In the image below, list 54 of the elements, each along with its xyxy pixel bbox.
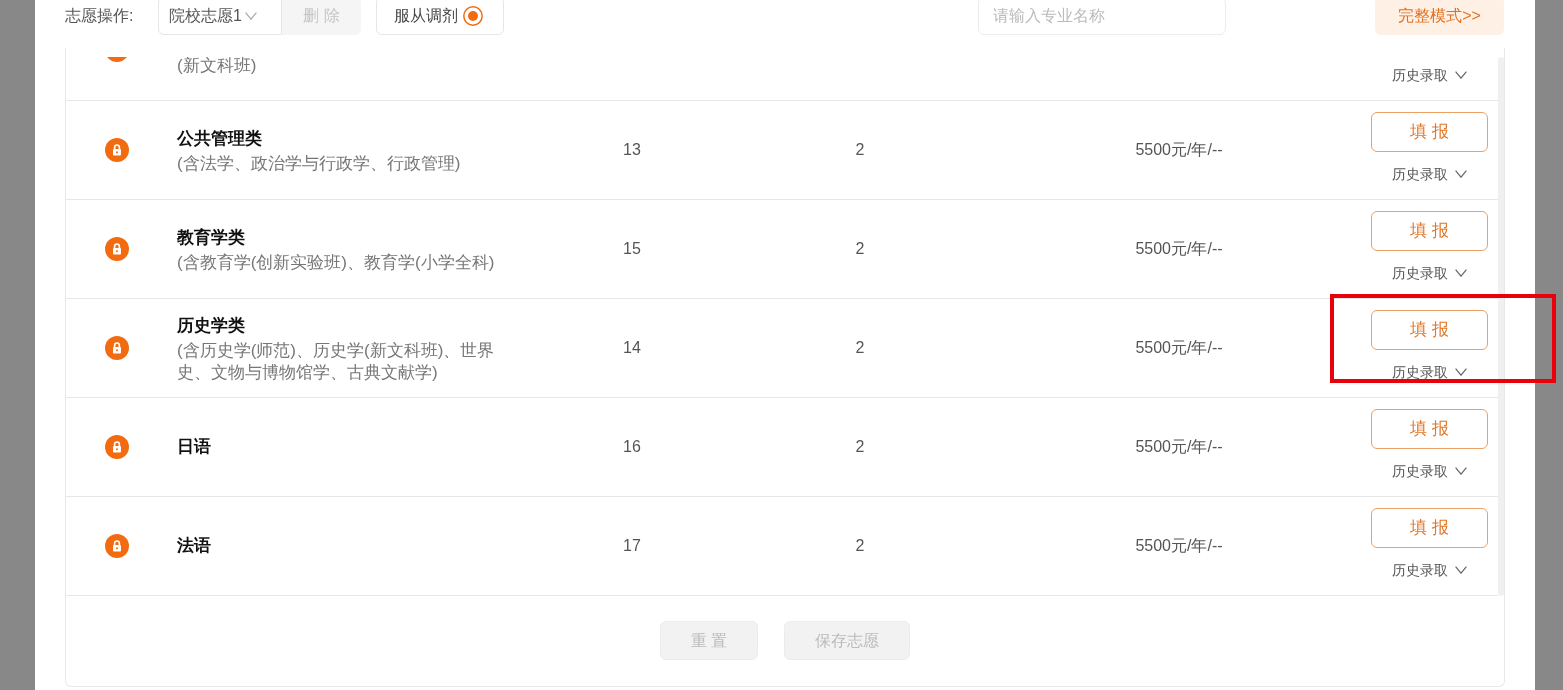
radio-icon[interactable] [463, 6, 483, 26]
lock-badge-icon [105, 534, 129, 558]
major-name: 历史学类 [177, 315, 246, 337]
chevron-down-icon [1455, 368, 1467, 376]
fee-text: 5500元/年/-- [1135, 239, 1223, 259]
history-toggle[interactable]: 历史录取 [1392, 263, 1467, 283]
table-cell-text: 2 [855, 140, 865, 160]
major-description: (含历史学(师范)、历史学(新文科班)、世界史、文物与博物馆学、古典文献学) [177, 340, 496, 384]
apply-button[interactable]: 填 报 [1371, 310, 1488, 350]
apply-button[interactable]: 填 报 [1371, 409, 1488, 449]
toolbar-label: 志愿操作: [65, 6, 134, 26]
history-toggle[interactable]: 历史录取 [1392, 164, 1467, 184]
adjust-option[interactable]: 服从调剂 [376, 0, 504, 35]
chevron-down-icon [244, 12, 257, 20]
table-cell-text: 13 [623, 140, 641, 160]
history-toggle[interactable]: 历史录取 [1392, 65, 1467, 85]
major-name: 教育学类 [177, 227, 246, 249]
table-cell-text: 2 [855, 338, 865, 358]
apply-button[interactable]: 填 报 [1371, 508, 1488, 548]
fee-text: 5500元/年/-- [1135, 536, 1223, 556]
lock-badge-icon [105, 336, 129, 360]
major-description: (含法学、政治学与行政学、行政管理) [177, 153, 462, 175]
major-name: 法语 [177, 535, 212, 557]
history-toggle[interactable]: 历史录取 [1392, 560, 1467, 580]
chevron-down-icon [1455, 71, 1467, 79]
table-cell-text: 14 [623, 338, 641, 358]
fee-text: 5500元/年/-- [1135, 140, 1223, 160]
apply-button[interactable]: 填 报 [1371, 211, 1488, 251]
major-description: (含教育学(创新实验班)、教育学(小学全科) [177, 252, 496, 274]
history-toggle[interactable]: 历史录取 [1392, 362, 1467, 382]
lock-badge-icon [105, 435, 129, 459]
fee-text: 5500元/年/-- [1135, 437, 1223, 457]
table-cell-text: 2 [855, 536, 865, 556]
lock-badge-icon [105, 237, 129, 261]
lock-badge-icon [105, 57, 129, 62]
table-cell-text: 16 [623, 437, 641, 457]
full-mode-button[interactable]: 完整模式>> [1375, 0, 1504, 35]
table-cell-text: 15 [623, 239, 641, 259]
lock-badge-icon [105, 138, 129, 162]
chevron-down-icon [1455, 269, 1467, 277]
major-name: 公共管理类 [177, 128, 263, 150]
search-field[interactable]: 请输入专业名称 [978, 0, 1226, 35]
apply-button[interactable]: 填 报 [1371, 112, 1488, 152]
chevron-down-icon [1455, 467, 1467, 475]
table-cell-text: 2 [855, 239, 865, 259]
chevron-down-icon [1455, 170, 1467, 178]
history-toggle[interactable]: 历史录取 [1392, 461, 1467, 481]
table-cell-text: 17 [623, 536, 641, 556]
major-description: (新文科班) [177, 57, 258, 75]
fee-text: 5500元/年/-- [1135, 338, 1223, 358]
scrollbar-thumb[interactable] [1498, 57, 1504, 596]
chevron-down-icon [1455, 566, 1467, 574]
table-cell-text: 2 [855, 437, 865, 457]
major-name: 日语 [177, 436, 212, 458]
